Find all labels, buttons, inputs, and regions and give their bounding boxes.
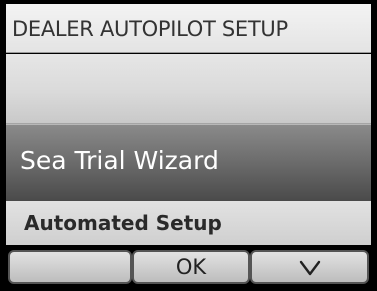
softkey-bar: OK [6,247,371,287]
menu-item-sea-trial-wizard[interactable]: Sea Trial Wizard [6,124,371,201]
autopilot-screen: DEALER AUTOPILOT SETUP Sea Trial Wizard … [0,0,377,291]
menu-item-automated-setup[interactable]: Automated Setup [6,201,371,245]
ok-button[interactable]: OK [132,250,250,284]
title-bar: DEALER AUTOPILOT SETUP [6,4,371,53]
scroll-down-button[interactable] [250,250,369,284]
page-title: DEALER AUTOPILOT SETUP [12,17,288,41]
softkey-left-button[interactable] [8,250,132,284]
ok-button-label: OK [175,255,207,279]
menu-item-blank[interactable] [6,54,371,124]
menu-item-label: Sea Trial Wizard [20,146,219,175]
menu-list: Sea Trial Wizard Automated Setup [6,54,371,245]
chevron-down-icon [299,260,320,276]
menu-item-label: Automated Setup [24,211,222,235]
